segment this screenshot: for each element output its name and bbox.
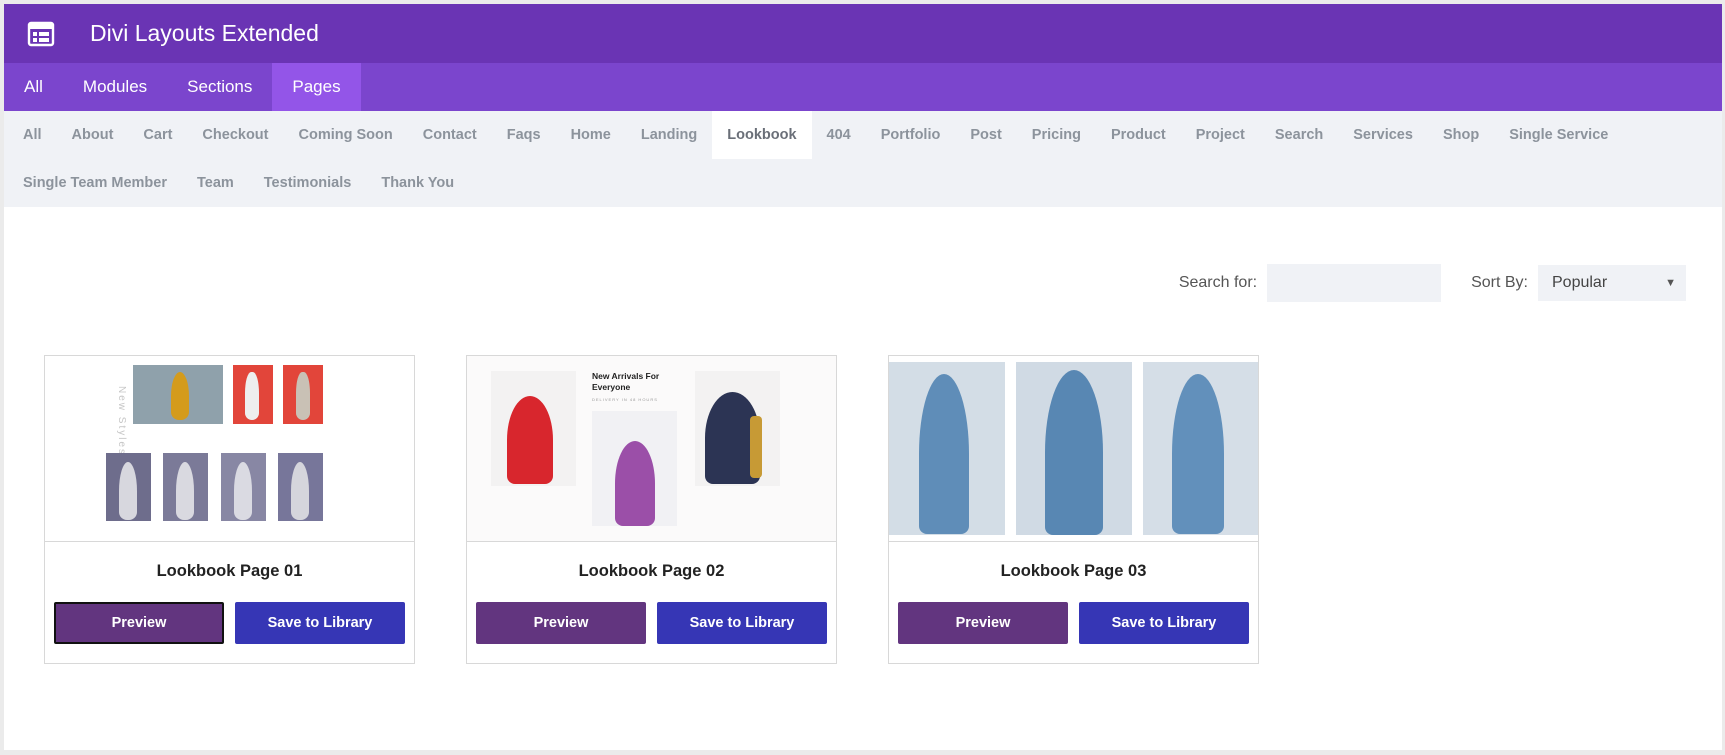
- preview-button[interactable]: Preview: [54, 602, 224, 644]
- sort-label: Sort By:: [1471, 274, 1528, 291]
- category-faqs[interactable]: Faqs: [492, 111, 556, 159]
- thumb-figure: [919, 374, 969, 534]
- layout-grid-icon: [27, 21, 55, 46]
- thumb-heading: New Arrivals For Everyone: [592, 371, 660, 392]
- thumb-figure: [171, 372, 189, 420]
- card-title: Lookbook Page 03: [1000, 562, 1147, 580]
- thumb-vertical-text: New Styles: [116, 386, 127, 457]
- thumb-figure: [291, 462, 309, 520]
- category-lookbook[interactable]: Lookbook: [712, 111, 812, 159]
- search-label: Search for:: [1178, 274, 1258, 291]
- tab-sections[interactable]: Sections: [167, 63, 272, 111]
- category-single-team-member[interactable]: Single Team Member: [8, 159, 182, 207]
- thumb-saxophone: [750, 416, 762, 478]
- card-title: Lookbook Page 02: [578, 562, 725, 580]
- app-title: Divi Layouts Extended: [90, 20, 319, 46]
- thumb-figure: [507, 396, 553, 484]
- layout-card: New Arrivals For Everyone DELIVERY IN 48…: [466, 355, 837, 664]
- category-contact[interactable]: Contact: [408, 111, 492, 159]
- category-coming-soon[interactable]: Coming Soon: [284, 111, 408, 159]
- sort-selected-value: Popular: [1552, 274, 1608, 291]
- category-project[interactable]: Project: [1181, 111, 1260, 159]
- layout-thumbnail[interactable]: [889, 356, 1258, 542]
- title-bar: Divi Layouts Extended: [4, 4, 1722, 63]
- thumb-figure: [119, 462, 137, 520]
- layout-thumbnail[interactable]: New Styles: [45, 356, 414, 542]
- chevron-down-icon: ▼: [1665, 277, 1676, 289]
- layout-card: Lookbook Page 03 Preview Save to Library: [888, 355, 1259, 664]
- card-actions: Preview Save to Library: [467, 602, 836, 644]
- tab-modules[interactable]: Modules: [63, 63, 167, 111]
- thumb-figure: [1045, 370, 1103, 535]
- category-single-service[interactable]: Single Service: [1494, 111, 1623, 159]
- category-testimonials[interactable]: Testimonials: [249, 159, 367, 207]
- thumb-figure: [176, 462, 194, 520]
- category-404[interactable]: 404: [812, 111, 866, 159]
- category-services[interactable]: Services: [1338, 111, 1428, 159]
- preview-button[interactable]: Preview: [898, 602, 1068, 644]
- category-home[interactable]: Home: [556, 111, 626, 159]
- category-search[interactable]: Search: [1260, 111, 1338, 159]
- app-window: Divi Layouts Extended All Modules Sectio…: [4, 4, 1722, 750]
- filter-toolbar: Search for: Sort By: Popular ▼: [1179, 264, 1686, 302]
- category-post[interactable]: Post: [955, 111, 1016, 159]
- thumb-figure: [615, 441, 655, 526]
- thumb-figure: [245, 372, 259, 420]
- tab-pages[interactable]: Pages: [272, 63, 361, 111]
- category-filter-bar: All About Cart Checkout Coming Soon Cont…: [4, 111, 1722, 207]
- thumb-figure: [234, 462, 252, 520]
- tab-all[interactable]: All: [4, 63, 63, 111]
- layout-card-grid: New Styles Lookbook Page 01 Preview Save…: [44, 355, 1310, 664]
- save-to-library-button[interactable]: Save to Library: [657, 602, 827, 644]
- search-input[interactable]: [1267, 264, 1442, 302]
- save-to-library-button[interactable]: Save to Library: [235, 602, 405, 644]
- category-all[interactable]: All: [8, 111, 57, 159]
- thumb-subheading: DELIVERY IN 48 HOURS: [592, 397, 658, 402]
- category-landing[interactable]: Landing: [626, 111, 712, 159]
- category-thank-you[interactable]: Thank You: [366, 159, 469, 207]
- layout-thumbnail[interactable]: New Arrivals For Everyone DELIVERY IN 48…: [467, 356, 836, 542]
- category-shop[interactable]: Shop: [1428, 111, 1494, 159]
- sort-select[interactable]: Popular ▼: [1538, 265, 1686, 301]
- category-checkout[interactable]: Checkout: [187, 111, 283, 159]
- card-title: Lookbook Page 01: [156, 562, 303, 580]
- main-nav: All Modules Sections Pages: [4, 63, 1722, 111]
- category-team[interactable]: Team: [182, 159, 249, 207]
- category-pricing[interactable]: Pricing: [1017, 111, 1096, 159]
- category-product[interactable]: Product: [1096, 111, 1181, 159]
- thumb-figure: [1172, 374, 1224, 534]
- thumb-figure: [296, 372, 310, 420]
- preview-button[interactable]: Preview: [476, 602, 646, 644]
- category-cart[interactable]: Cart: [128, 111, 187, 159]
- category-about[interactable]: About: [57, 111, 129, 159]
- layout-card: New Styles Lookbook Page 01 Preview Save…: [44, 355, 415, 664]
- card-actions: Preview Save to Library: [889, 602, 1258, 644]
- card-actions: Preview Save to Library: [45, 602, 414, 644]
- category-portfolio[interactable]: Portfolio: [866, 111, 956, 159]
- save-to-library-button[interactable]: Save to Library: [1079, 602, 1249, 644]
